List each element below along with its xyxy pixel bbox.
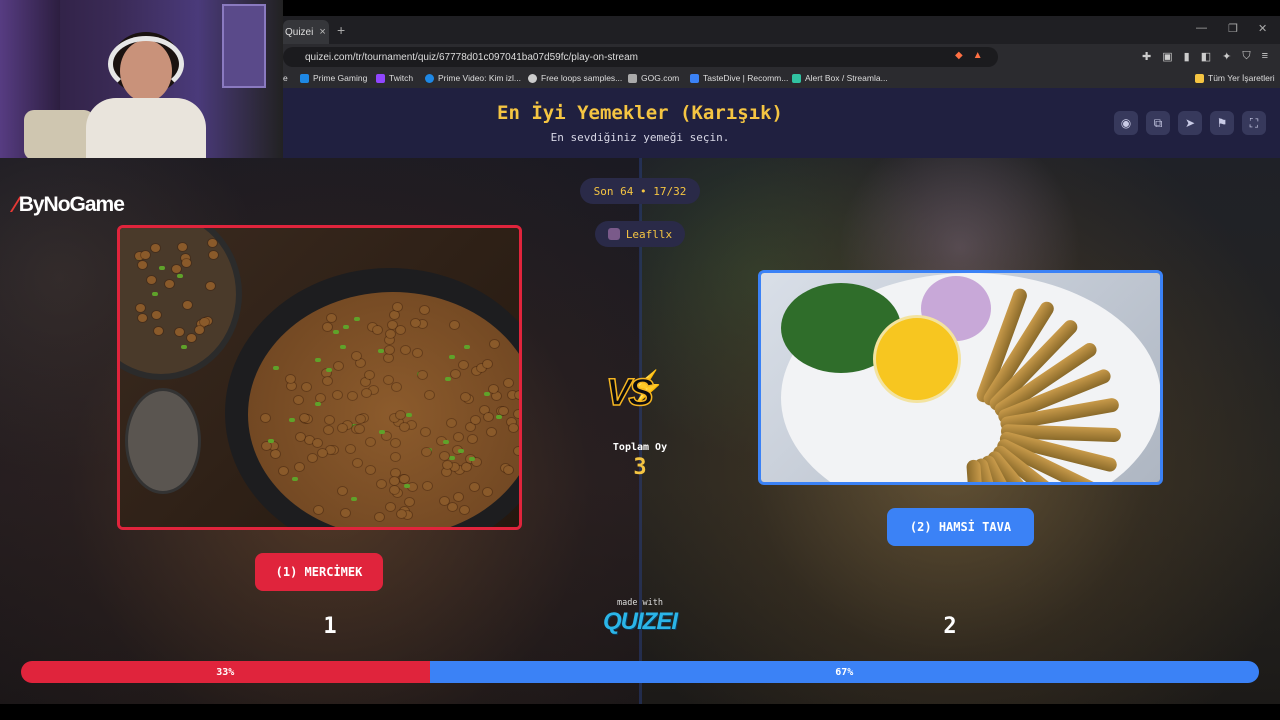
send-icon[interactable]: ➤	[1178, 111, 1202, 135]
bookmark-twitch[interactable]: Twitch	[376, 73, 413, 83]
browser-tab-bar: Quizei × + — ❐ ✕	[283, 16, 1280, 44]
twitch-icon	[376, 73, 385, 83]
new-tab-icon[interactable]: +	[337, 22, 345, 38]
streamer-body	[86, 98, 206, 158]
gog-icon	[628, 73, 637, 83]
share-icon[interactable]: ⧉	[1146, 111, 1170, 135]
tab-title: Quizei	[285, 26, 314, 38]
restore-icon[interactable]: ❐	[1228, 22, 1238, 35]
bookmark-prime-gaming[interactable]: Prime Gaming	[300, 73, 367, 83]
webcam-overlay	[0, 0, 283, 158]
progress-segment-right: 67%	[429, 661, 1259, 683]
leo-ai-icon[interactable]: ✦	[1222, 50, 1231, 63]
screen-bottom-strip	[0, 704, 1280, 720]
wallet-icon[interactable]: ◧	[1201, 50, 1211, 63]
avatar	[607, 228, 620, 240]
url-text: quizei.com/tr/tournament/quiz/67778d01c0…	[305, 51, 638, 63]
wall-poster	[222, 4, 266, 88]
bookmark-gog[interactable]: GOG.com	[628, 73, 679, 83]
bynogame-logo: ⁄ ByNoGame	[14, 192, 125, 217]
right-vote-count: 2	[943, 614, 957, 639]
left-percent-label: 33%	[216, 666, 235, 678]
screenshot-icon[interactable]: ▣	[1162, 50, 1172, 63]
flag-icon[interactable]: ⚑	[1210, 111, 1234, 135]
quizei-logo[interactable]: QUIZEI	[590, 608, 690, 636]
made-with-label: made with	[616, 598, 664, 608]
menu-icon[interactable]: ≡	[1262, 50, 1268, 63]
bookmark-item[interactable]: e	[283, 73, 288, 83]
brave-rewards-icon[interactable]: ▲	[973, 50, 983, 61]
streamlabs-icon	[792, 73, 801, 83]
left-vote-count: 1	[323, 614, 337, 639]
bookmark-all[interactable]: Tüm Yer İşaretleri	[1195, 73, 1275, 83]
prime-video-icon	[425, 73, 434, 83]
option-card-mercimek[interactable]	[117, 225, 522, 530]
headset	[108, 36, 184, 92]
bookmark-free-loops[interactable]: Free loops samples...	[528, 73, 622, 83]
hamsi-tava-image	[761, 273, 1160, 482]
bookmark-tastedive[interactable]: TasteDive | Recomm...	[690, 73, 788, 83]
bookmark-alert-box[interactable]: Alert Box / Streamla...	[792, 73, 888, 83]
choose-hamsi-tava-button[interactable]: (2) HAMSİ TAVA	[887, 508, 1034, 546]
eye-icon[interactable]: ◉	[1114, 111, 1138, 135]
right-percent-label: 67%	[835, 666, 854, 678]
extensions-icon[interactable]: ✚	[1142, 50, 1151, 63]
user-badge: Leafllx	[595, 221, 685, 247]
progress-segment-left: 33%	[21, 661, 430, 683]
browser-address-bar: quizei.com/tr/tournament/quiz/67778d01c0…	[283, 44, 1280, 70]
total-votes-value: 3	[633, 455, 647, 480]
browser-tab[interactable]: Quizei ×	[283, 20, 329, 44]
sidebar-icon[interactable]: ▮	[1184, 50, 1190, 63]
choose-mercimek-button[interactable]: (1) MERCİMEK	[255, 553, 383, 591]
vs-logo: VS	[605, 371, 654, 415]
window-close-icon[interactable]: ✕	[1258, 22, 1267, 35]
mercimek-image	[120, 228, 519, 527]
url-field[interactable]: quizei.com/tr/tournament/quiz/67778d01c0…	[283, 47, 998, 67]
bookmark-prime-video[interactable]: Prime Video: Kim izl...	[425, 73, 521, 83]
close-tab-icon[interactable]: ×	[319, 26, 325, 38]
total-votes-label: Toplam Oy	[612, 442, 668, 453]
tastedive-icon	[690, 73, 699, 83]
option-card-hamsi-tava[interactable]	[758, 270, 1163, 485]
fullscreen-icon[interactable]: ⛶	[1242, 111, 1266, 135]
loops-icon	[528, 73, 537, 83]
folder-icon	[1195, 73, 1204, 83]
vpn-icon[interactable]: ⛉	[1242, 50, 1250, 63]
minimize-icon[interactable]: —	[1196, 22, 1207, 34]
prime-gaming-icon	[300, 73, 309, 83]
round-indicator: Son 64 • 17/32	[580, 178, 700, 204]
tournament-stage: ⁄ ByNoGame Son 64 • 17/32 Leafllx ⚡ VS To…	[0, 158, 1280, 704]
vote-progress-bar: 33% 67%	[21, 661, 1259, 683]
brave-shield-icon[interactable]: ◆	[955, 50, 963, 61]
bookmarks-bar: e Prime Gaming Twitch Prime Video: Kim i…	[283, 70, 1280, 88]
